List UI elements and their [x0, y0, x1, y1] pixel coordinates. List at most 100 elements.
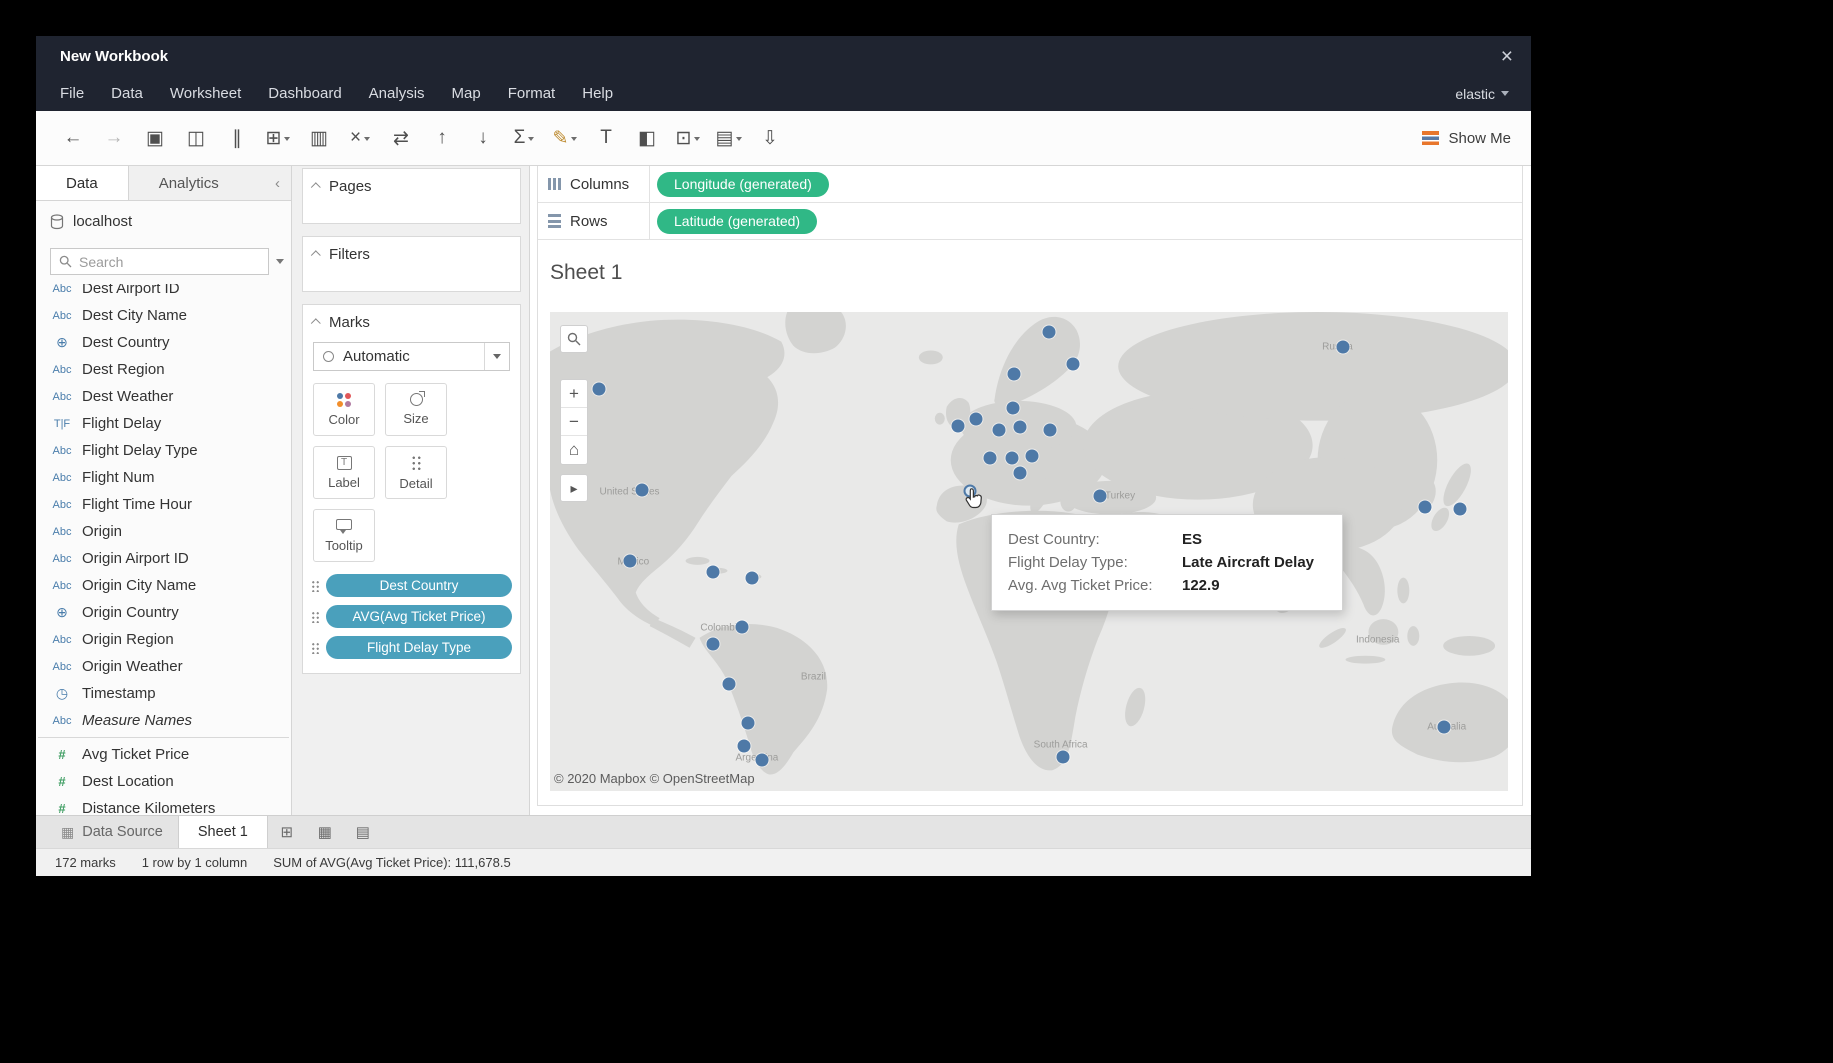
field-item[interactable]: #Avg Ticket Price: [36, 741, 291, 768]
field-item[interactable]: #Distance Kilometers: [36, 795, 291, 815]
show-mark-labels-button[interactable]: T: [589, 120, 623, 156]
color-button[interactable]: Color: [313, 383, 375, 436]
map-mark[interactable]: [1337, 341, 1350, 354]
save-button[interactable]: ▣: [138, 120, 172, 156]
menu-dashboard[interactable]: Dashboard: [268, 85, 341, 102]
field-item[interactable]: AbcOrigin Region: [36, 626, 291, 653]
fix-axes-button[interactable]: ◧: [630, 120, 664, 156]
map-mark[interactable]: [735, 621, 748, 634]
field-item[interactable]: #Dest Location: [36, 768, 291, 795]
map-mark[interactable]: [1056, 750, 1069, 763]
presentation-mode-button[interactable]: ⇩: [753, 120, 787, 156]
map-mark[interactable]: [952, 419, 965, 432]
field-item[interactable]: AbcFlight Time Hour: [36, 491, 291, 518]
field-item[interactable]: ◷Timestamp: [36, 680, 291, 707]
map-view[interactable]: United StatesMexicoColombiaBrazilArgenti…: [550, 312, 1508, 791]
map-mark[interactable]: [706, 637, 719, 650]
search-box[interactable]: [50, 248, 269, 275]
menu-worksheet[interactable]: Worksheet: [170, 85, 241, 102]
collapse-panel-button[interactable]: ‹: [264, 166, 291, 200]
new-worksheet-button[interactable]: ⊞: [261, 120, 295, 156]
map-mark[interactable]: [1454, 503, 1467, 516]
field-item[interactable]: ⊕Origin Country: [36, 599, 291, 626]
redo-button[interactable]: →: [97, 120, 131, 156]
map-mark[interactable]: [983, 452, 996, 465]
map-mark[interactable]: [1014, 421, 1027, 434]
marks-card-header[interactable]: Marks: [303, 305, 520, 340]
map-mark[interactable]: [1014, 466, 1027, 479]
rows-shelf-content[interactable]: Latitude (generated): [650, 203, 1522, 239]
show-me-button[interactable]: Show Me: [1422, 130, 1511, 147]
mark-type-dropdown[interactable]: Automatic: [313, 342, 510, 371]
map-mark[interactable]: [1006, 401, 1019, 414]
field-item[interactable]: AbcOrigin Weather: [36, 653, 291, 680]
map-mark[interactable]: [723, 678, 736, 691]
map-mark[interactable]: [623, 555, 636, 568]
new-story-button[interactable]: ▤: [344, 816, 382, 848]
totals-button[interactable]: Σ: [507, 120, 541, 156]
search-input[interactable]: [79, 254, 260, 270]
undo-button[interactable]: ←: [56, 120, 90, 156]
map-mark[interactable]: [1093, 489, 1106, 502]
columns-pill[interactable]: Longitude (generated): [657, 172, 829, 197]
field-item[interactable]: AbcFlight Delay Type: [36, 437, 291, 464]
new-dashboard-button[interactable]: ▦: [306, 816, 344, 848]
map-mark[interactable]: [1043, 325, 1056, 338]
menu-help[interactable]: Help: [582, 85, 613, 102]
map-pan-button[interactable]: ▸: [560, 474, 588, 502]
map-mark[interactable]: [635, 483, 648, 496]
field-item[interactable]: AbcOrigin Airport ID: [36, 545, 291, 572]
map-mark[interactable]: [706, 565, 719, 578]
tab-data[interactable]: Data: [36, 166, 129, 200]
map-search-button[interactable]: [560, 325, 588, 353]
field-item[interactable]: AbcFlight Num: [36, 464, 291, 491]
field-item[interactable]: AbcMeasure Names: [36, 707, 291, 734]
map-mark[interactable]: [1418, 501, 1431, 514]
field-item[interactable]: AbcDest City Name: [36, 302, 291, 329]
clear-sheet-button[interactable]: ×: [343, 120, 377, 156]
map-mark[interactable]: [742, 716, 755, 729]
tab-sheet-1[interactable]: Sheet 1: [178, 816, 268, 848]
connection-row[interactable]: localhost: [36, 201, 291, 242]
new-worksheet-button[interactable]: ⊞: [268, 816, 306, 848]
map-mark[interactable]: [1005, 452, 1018, 465]
map-mark[interactable]: [963, 484, 976, 497]
chevron-down-icon[interactable]: [484, 343, 509, 370]
marks-pill[interactable]: AVG(Avg Ticket Price): [326, 605, 512, 628]
filters-card-header[interactable]: Filters: [303, 237, 520, 272]
swap-rows-columns-button[interactable]: ⇄: [384, 120, 418, 156]
show-captions-button[interactable]: ⊡: [671, 120, 705, 156]
columns-shelf-content[interactable]: Longitude (generated): [650, 166, 1522, 202]
field-item[interactable]: AbcDest Weather: [36, 383, 291, 410]
close-icon[interactable]: ×: [1501, 46, 1513, 67]
tab-analytics[interactable]: Analytics: [129, 166, 249, 200]
map-mark[interactable]: [1007, 368, 1020, 381]
size-button[interactable]: Size: [385, 383, 447, 436]
menu-format[interactable]: Format: [508, 85, 556, 102]
menu-data[interactable]: Data: [111, 85, 143, 102]
show-hide-cards-button[interactable]: ▤: [712, 120, 746, 156]
duplicate-sheet-button[interactable]: ▥: [302, 120, 336, 156]
map-mark[interactable]: [1067, 358, 1080, 371]
sort-descending-button[interactable]: ↓: [466, 120, 500, 156]
map-mark[interactable]: [970, 412, 983, 425]
zoom-in-button[interactable]: +: [561, 380, 587, 408]
map-mark[interactable]: [737, 740, 750, 753]
tooltip-button[interactable]: Tooltip: [313, 509, 375, 562]
new-data-source-button[interactable]: ◫: [179, 120, 213, 156]
field-item[interactable]: AbcOrigin City Name: [36, 572, 291, 599]
sort-ascending-button[interactable]: ↑: [425, 120, 459, 156]
map-mark[interactable]: [1025, 450, 1038, 463]
map-mark[interactable]: [746, 571, 759, 584]
map-mark[interactable]: [993, 424, 1006, 437]
field-item[interactable]: ⊕Dest Country: [36, 329, 291, 356]
field-item[interactable]: AbcDest Airport ID: [36, 284, 291, 302]
label-button[interactable]: Label: [313, 446, 375, 499]
marks-pill[interactable]: Flight Delay Type: [326, 636, 512, 659]
map-mark[interactable]: [592, 383, 605, 396]
map-mark[interactable]: [1437, 720, 1450, 733]
detail-button[interactable]: Detail: [385, 446, 447, 499]
zoom-out-button[interactable]: −: [561, 408, 587, 436]
search-options-icon[interactable]: [276, 259, 284, 264]
field-item[interactable]: AbcDest Region: [36, 356, 291, 383]
